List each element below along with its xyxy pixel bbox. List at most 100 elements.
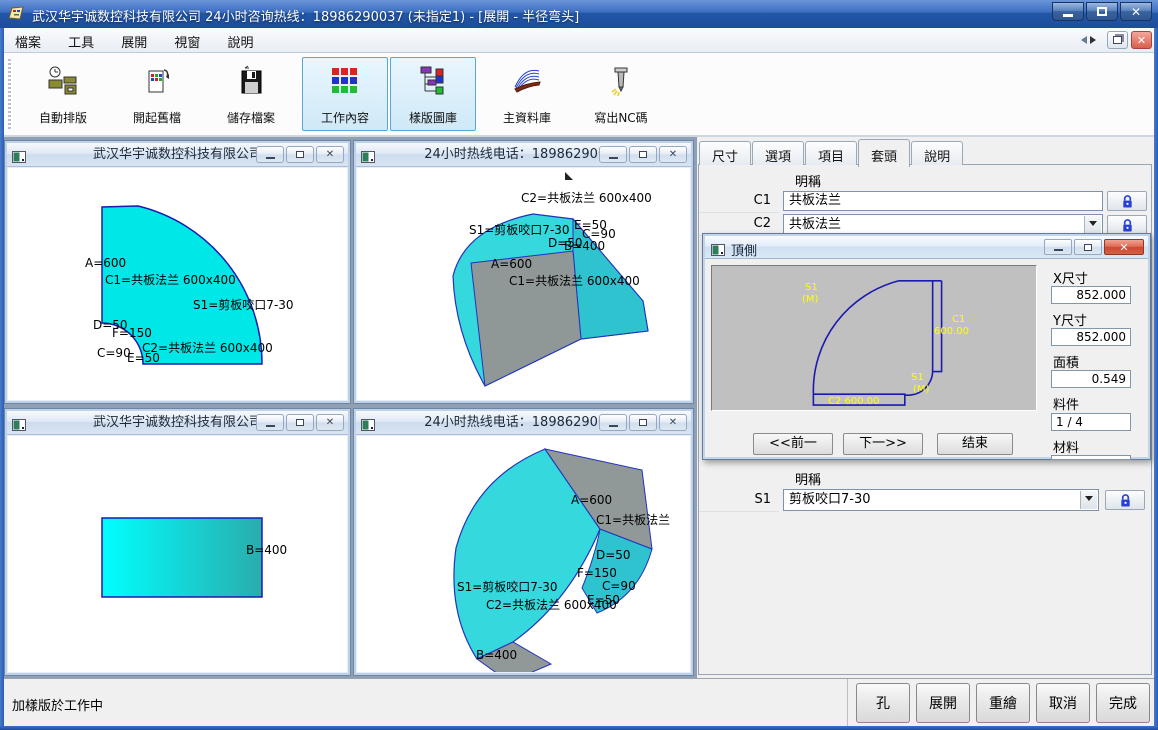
c2-lock-button[interactable] [1107, 215, 1147, 235]
nav-forward-icon[interactable] [1090, 36, 1100, 44]
minimize-button[interactable] [1052, 2, 1084, 21]
toolbar-save-file-button[interactable]: 儲存檔案 [208, 57, 294, 131]
finish-button[interactable]: 完成 [1096, 683, 1150, 723]
cad-viewport[interactable]: A=600C1=共板法兰 600x400S1=剪板咬口7-30D=50F=150… [8, 168, 347, 400]
close-button[interactable]: ✕ [1104, 239, 1144, 255]
restore-button[interactable] [629, 146, 657, 163]
redraw-button[interactable]: 重繪 [976, 683, 1030, 723]
window-frame-right [1154, 28, 1158, 730]
toolbar-work-content-button[interactable]: 工作內容 [302, 57, 388, 131]
toolbar-button-label: 寫出NC碼 [579, 109, 663, 126]
dropdown-button[interactable] [1084, 216, 1101, 234]
dropdown-button[interactable] [1080, 491, 1097, 509]
tab-items[interactable]: 項目 [805, 141, 857, 165]
nav-back-icon[interactable] [1077, 36, 1087, 44]
minimize-button[interactable] [256, 414, 284, 431]
dialog-titlebar[interactable]: 頂側 ✕ [705, 236, 1148, 259]
cad-label: E=50 [127, 352, 160, 365]
cad-label: C2=共板法兰 600x400 [521, 192, 652, 205]
auto-layout-icon [46, 65, 80, 97]
toolbar-button-label: 開起舊檔 [115, 109, 199, 126]
tab-options[interactable]: 選項 [752, 141, 804, 165]
child-window-titlebar[interactable]: 24小时热线电话：18986290037 ✕ [356, 143, 691, 167]
child-window-titlebar[interactable]: 24小时热线电话：18986290037 ✕ [356, 411, 691, 435]
cad-label: F=150 [112, 327, 152, 340]
mdi-restore-button[interactable] [1107, 31, 1128, 49]
toolbar: 自動排版 開起舊檔 儲存檔案 [4, 53, 1154, 137]
panel-tabs: 尺寸 選項 項目 套頭 說明 [699, 139, 964, 165]
toolbar-auto-layout-button[interactable]: 自動排版 [20, 57, 106, 131]
mdi-close-button[interactable]: ✕ [1131, 31, 1152, 49]
cad-viewport[interactable]: C2=共板法兰 600x400E=50S1=剪板咬口7-30C=90D=50B=… [357, 168, 690, 400]
child-window-titlebar[interactable]: 武汉华宇诚数控科技有限公司 ✕ [7, 411, 348, 435]
close-button[interactable]: ✕ [659, 146, 687, 163]
cancel-button[interactable]: 取消 [1036, 683, 1090, 723]
close-button[interactable]: ✕ [1120, 2, 1152, 21]
cad-label: B=400 [246, 544, 287, 557]
minimize-button[interactable] [1044, 239, 1072, 255]
material-field[interactable] [1051, 455, 1131, 460]
dialog-icon [711, 241, 725, 260]
tab-help[interactable]: 說明 [911, 141, 963, 165]
minimize-button[interactable] [599, 414, 627, 431]
toolbar-main-database-button[interactable]: 主資料庫 [484, 57, 570, 131]
menu-file[interactable]: 檔案 [4, 28, 52, 55]
next-button[interactable]: 下一>> [843, 433, 923, 455]
area-field[interactable]: 0.549 [1051, 370, 1131, 388]
part-label: 料件 [1053, 394, 1079, 413]
toolbar-open-file-button[interactable]: 開起舊檔 [114, 57, 200, 131]
x-size-field[interactable]: 852.000 [1051, 286, 1131, 304]
menu-unfold[interactable]: 展開 [110, 28, 158, 55]
restore-icon [639, 151, 647, 158]
child-window-flat-pattern: 武汉华宇诚数控科技有限公司 ✕ A=600C1=共板法兰 600x400S1=剪… [4, 140, 351, 404]
close-button[interactable]: ✕ [659, 414, 687, 431]
preview-canvas[interactable]: S1(M)C1600.00S1(M)C2 600.00 [711, 265, 1037, 411]
y-size-field[interactable]: 852.000 [1051, 328, 1131, 346]
cad-label: B=400 [476, 649, 517, 662]
titlebar[interactable]: 武汉华宇诚数控科技有限公司 24小时咨询热线：18986290037 (未指定1… [0, 0, 1158, 28]
restore-button[interactable] [629, 414, 657, 431]
minimize-icon [1063, 14, 1073, 17]
menu-window[interactable]: 視窗 [163, 28, 211, 55]
cad-label: D=50 [596, 549, 631, 562]
cad-viewport[interactable]: B=400 [8, 436, 347, 672]
unfold-button[interactable]: 展開 [916, 683, 970, 723]
maximize-button[interactable] [1086, 2, 1118, 21]
child-window-icon [361, 148, 375, 167]
c1-lock-button[interactable] [1107, 191, 1147, 211]
restore-button[interactable] [1074, 239, 1102, 255]
restore-button[interactable] [286, 146, 314, 163]
end-button[interactable]: 结束 [937, 433, 1013, 455]
window-title: 武汉华宇诚数控科技有限公司 24小时咨询热线：18986290037 (未指定1… [32, 6, 579, 25]
toolbar-export-nc-button[interactable]: 寫出NC碼 [578, 57, 664, 131]
tab-connector[interactable]: 套頭 [858, 139, 910, 167]
part-field[interactable]: 1 / 4 [1051, 413, 1131, 431]
menu-tools[interactable]: 工具 [57, 28, 105, 55]
hole-button[interactable]: 孔 [856, 683, 910, 723]
s1-combo[interactable]: 剪板咬口7-30 [783, 489, 1099, 511]
open-file-icon [140, 65, 174, 97]
main-database-icon [510, 65, 544, 97]
toolbar-template-library-button[interactable]: 樣版圖庫 [390, 57, 476, 131]
tab-size[interactable]: 尺寸 [699, 141, 751, 165]
c1-value-field[interactable]: 共板法兰 [783, 191, 1103, 211]
cad-viewport[interactable]: A=600C1=共板法兰D=50F=150C=90S1=剪板咬口7-30E=50… [357, 436, 690, 672]
s1-lock-button[interactable] [1105, 490, 1145, 510]
close-button[interactable]: ✕ [316, 414, 344, 431]
minimize-icon [1054, 249, 1063, 251]
child-window-3d-view: 24小时热线电话：18986290037 ✕ C2=共板法兰 600x400E=… [353, 140, 694, 404]
child-window-icon [12, 148, 26, 167]
c2-combo-value: 共板法兰 [789, 217, 841, 232]
app-icon [7, 5, 25, 22]
minimize-button[interactable] [256, 146, 284, 163]
child-window-titlebar[interactable]: 武汉华宇诚数控科技有限公司 ✕ [7, 143, 348, 167]
close-button[interactable]: ✕ [316, 146, 344, 163]
dialog-title: 頂側 [731, 240, 757, 259]
child-window-3d-fan-view: 24小时热线电话：18986290037 ✕ A=600C1=共板法兰D=50F… [353, 408, 694, 676]
minimize-icon [609, 157, 618, 159]
menu-help[interactable]: 說明 [216, 28, 264, 55]
minimize-button[interactable] [599, 146, 627, 163]
previous-button[interactable]: <<前一 [753, 433, 833, 455]
restore-button[interactable] [286, 414, 314, 431]
toolbar-overflow-icon[interactable] [565, 172, 573, 180]
